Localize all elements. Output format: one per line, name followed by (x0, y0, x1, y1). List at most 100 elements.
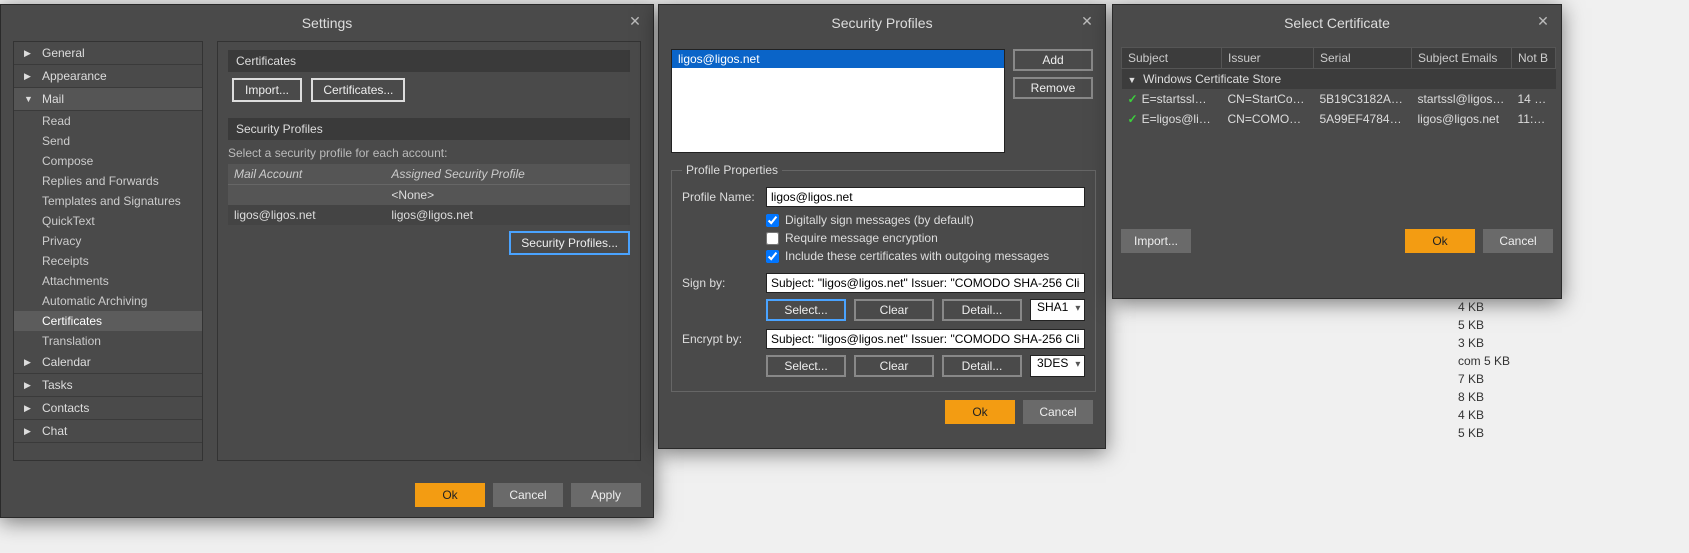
group-label: Windows Certificate Store (1143, 72, 1281, 86)
sign-clear-button[interactable]: Clear (854, 299, 934, 321)
col-account: Mail Account (228, 164, 385, 185)
nav-section-general[interactable]: ▶ General (14, 42, 202, 65)
sign-default-checkbox[interactable] (766, 214, 779, 227)
table-row[interactable]: <None> (228, 185, 630, 206)
bg-size: 3 KB (1458, 336, 1518, 354)
encrypt-select-button[interactable]: Select... (766, 355, 846, 377)
nav-item-templates[interactable]: Templates and Signatures (14, 191, 202, 211)
col-issuer[interactable]: Issuer (1222, 48, 1314, 69)
col-serial[interactable]: Serial (1314, 48, 1412, 69)
import-button[interactable]: Import... (232, 78, 302, 102)
add-button[interactable]: Add (1013, 49, 1093, 71)
cell-serial: 5B19C3182A99... (1314, 89, 1412, 109)
security-profiles-button[interactable]: Security Profiles... (509, 231, 630, 255)
nav-item-replies[interactable]: Replies and Forwards (14, 171, 202, 191)
nav-label: Mail (42, 92, 64, 106)
chevron-right-icon: ▶ (24, 403, 36, 414)
certificates-button[interactable]: Certificates... (311, 78, 405, 102)
ok-button[interactable]: Ok (1405, 229, 1475, 253)
cancel-button[interactable]: Cancel (493, 483, 563, 507)
table-row[interactable]: ✓E=ligos@ligos... CN=COMODO... 5A99EF478… (1122, 109, 1556, 129)
nav-item-certificates[interactable]: Certificates (14, 311, 202, 331)
nav-item-attachments[interactable]: Attachments (14, 271, 202, 291)
cell-serial: 5A99EF47846D... (1314, 109, 1412, 129)
select-certificate-dialog: Select Certificate ✕ Subject Issuer Seri… (1112, 4, 1562, 299)
encrypt-algo-select[interactable]: 3DES (1030, 355, 1085, 377)
table-row[interactable]: ligos@ligos.net ligos@ligos.net (228, 205, 630, 225)
secprof-hint: Select a security profile for each accou… (228, 146, 630, 160)
close-icon[interactable]: ✕ (625, 11, 645, 31)
nav-section-appearance[interactable]: ▶ Appearance (14, 65, 202, 88)
nav-item-compose[interactable]: Compose (14, 151, 202, 171)
nav-item-archiving[interactable]: Automatic Archiving (14, 291, 202, 311)
bg-size: com 5 KB (1458, 354, 1518, 372)
close-icon[interactable]: ✕ (1533, 11, 1553, 31)
settings-dialog: Settings ✕ ▶ General ▶ Appearance ▼ Mail… (0, 4, 654, 518)
sp-title: Security Profiles (831, 15, 932, 31)
nav-item-receipts[interactable]: Receipts (14, 251, 202, 271)
bg-size: 5 KB (1458, 426, 1518, 444)
settings-nav: ▶ General ▶ Appearance ▼ Mail Read Send … (13, 41, 203, 461)
cell-profile: <None> (385, 185, 630, 206)
chevron-right-icon: ▶ (24, 357, 36, 368)
ok-button[interactable]: Ok (945, 400, 1015, 424)
col-emails[interactable]: Subject Emails (1412, 48, 1512, 69)
group-row[interactable]: ▼ Windows Certificate Store (1122, 69, 1556, 90)
require-encryption-checkbox[interactable] (766, 232, 779, 245)
encrypt-clear-button[interactable]: Clear (854, 355, 934, 377)
encrypt-by-label: Encrypt by: (682, 332, 760, 346)
remove-button[interactable]: Remove (1013, 77, 1093, 99)
list-item[interactable]: ligos@ligos.net (672, 50, 1004, 68)
import-button[interactable]: Import... (1121, 229, 1191, 253)
nav-item-quicktext[interactable]: QuickText (14, 211, 202, 231)
sign-select-button[interactable]: Select... (766, 299, 846, 321)
apply-button[interactable]: Apply (571, 483, 641, 507)
ok-button[interactable]: Ok (415, 483, 485, 507)
col-subject[interactable]: Subject (1122, 48, 1222, 69)
nav-section-chat[interactable]: ▶ Chat (14, 420, 202, 443)
close-icon[interactable]: ✕ (1077, 11, 1097, 31)
col-notbefore[interactable]: Not B (1512, 48, 1556, 69)
nav-item-send[interactable]: Send (14, 131, 202, 151)
check-icon: ✓ (1128, 112, 1142, 126)
col-profile: Assigned Security Profile (385, 164, 630, 185)
nav-label: General (42, 46, 85, 60)
cell-profile: ligos@ligos.net (385, 205, 630, 225)
sign-cert-field[interactable] (766, 273, 1085, 293)
nav-section-contacts[interactable]: ▶ Contacts (14, 397, 202, 420)
nav-item-read[interactable]: Read (14, 111, 202, 131)
profile-name-input[interactable] (766, 187, 1085, 207)
chevron-right-icon: ▶ (24, 426, 36, 437)
sign-detail-button[interactable]: Detail... (942, 299, 1022, 321)
nav-section-calendar[interactable]: ▶ Calendar (14, 351, 202, 374)
bg-size: 5 KB (1458, 318, 1518, 336)
include-certs-checkbox[interactable] (766, 250, 779, 263)
sign-algo-select[interactable]: SHA1 (1030, 299, 1085, 321)
nav-label: Calendar (42, 355, 91, 369)
encrypt-detail-button[interactable]: Detail... (942, 355, 1022, 377)
cell-emails: startssl@ligos.net (1412, 89, 1512, 109)
security-profiles-dialog: Security Profiles ✕ ligos@ligos.net Add … (658, 4, 1106, 449)
nav-section-mail[interactable]: ▼ Mail (14, 88, 202, 111)
bg-size: 7 KB (1458, 372, 1518, 390)
cancel-button[interactable]: Cancel (1483, 229, 1553, 253)
nav-item-privacy[interactable]: Privacy (14, 231, 202, 251)
cell-subject: E=ligos@ligos... (1142, 112, 1222, 126)
cell-notbefore: 14 Jan (1512, 89, 1556, 109)
nav-item-translation[interactable]: Translation (14, 331, 202, 351)
sign-by-label: Sign by: (682, 276, 760, 290)
sc-titlebar: Select Certificate ✕ (1113, 5, 1561, 41)
profiles-list[interactable]: ligos@ligos.net (671, 49, 1005, 153)
check-icon: ✓ (1128, 92, 1142, 106)
settings-title: Settings (302, 15, 353, 31)
accounts-table: Mail Account Assigned Security Profile <… (228, 164, 630, 225)
require-encryption-label: Require message encryption (785, 231, 938, 245)
profile-name-label: Profile Name: (682, 190, 760, 204)
sign-default-label: Digitally sign messages (by default) (785, 213, 974, 227)
cell-emails: ligos@ligos.net (1412, 109, 1512, 129)
profile-properties: Profile Properties Profile Name: Digital… (671, 163, 1096, 392)
table-row[interactable]: ✓E=startssl@ligo... CN=StartCom... 5B19C… (1122, 89, 1556, 109)
cancel-button[interactable]: Cancel (1023, 400, 1093, 424)
nav-section-tasks[interactable]: ▶ Tasks (14, 374, 202, 397)
encrypt-cert-field[interactable] (766, 329, 1085, 349)
